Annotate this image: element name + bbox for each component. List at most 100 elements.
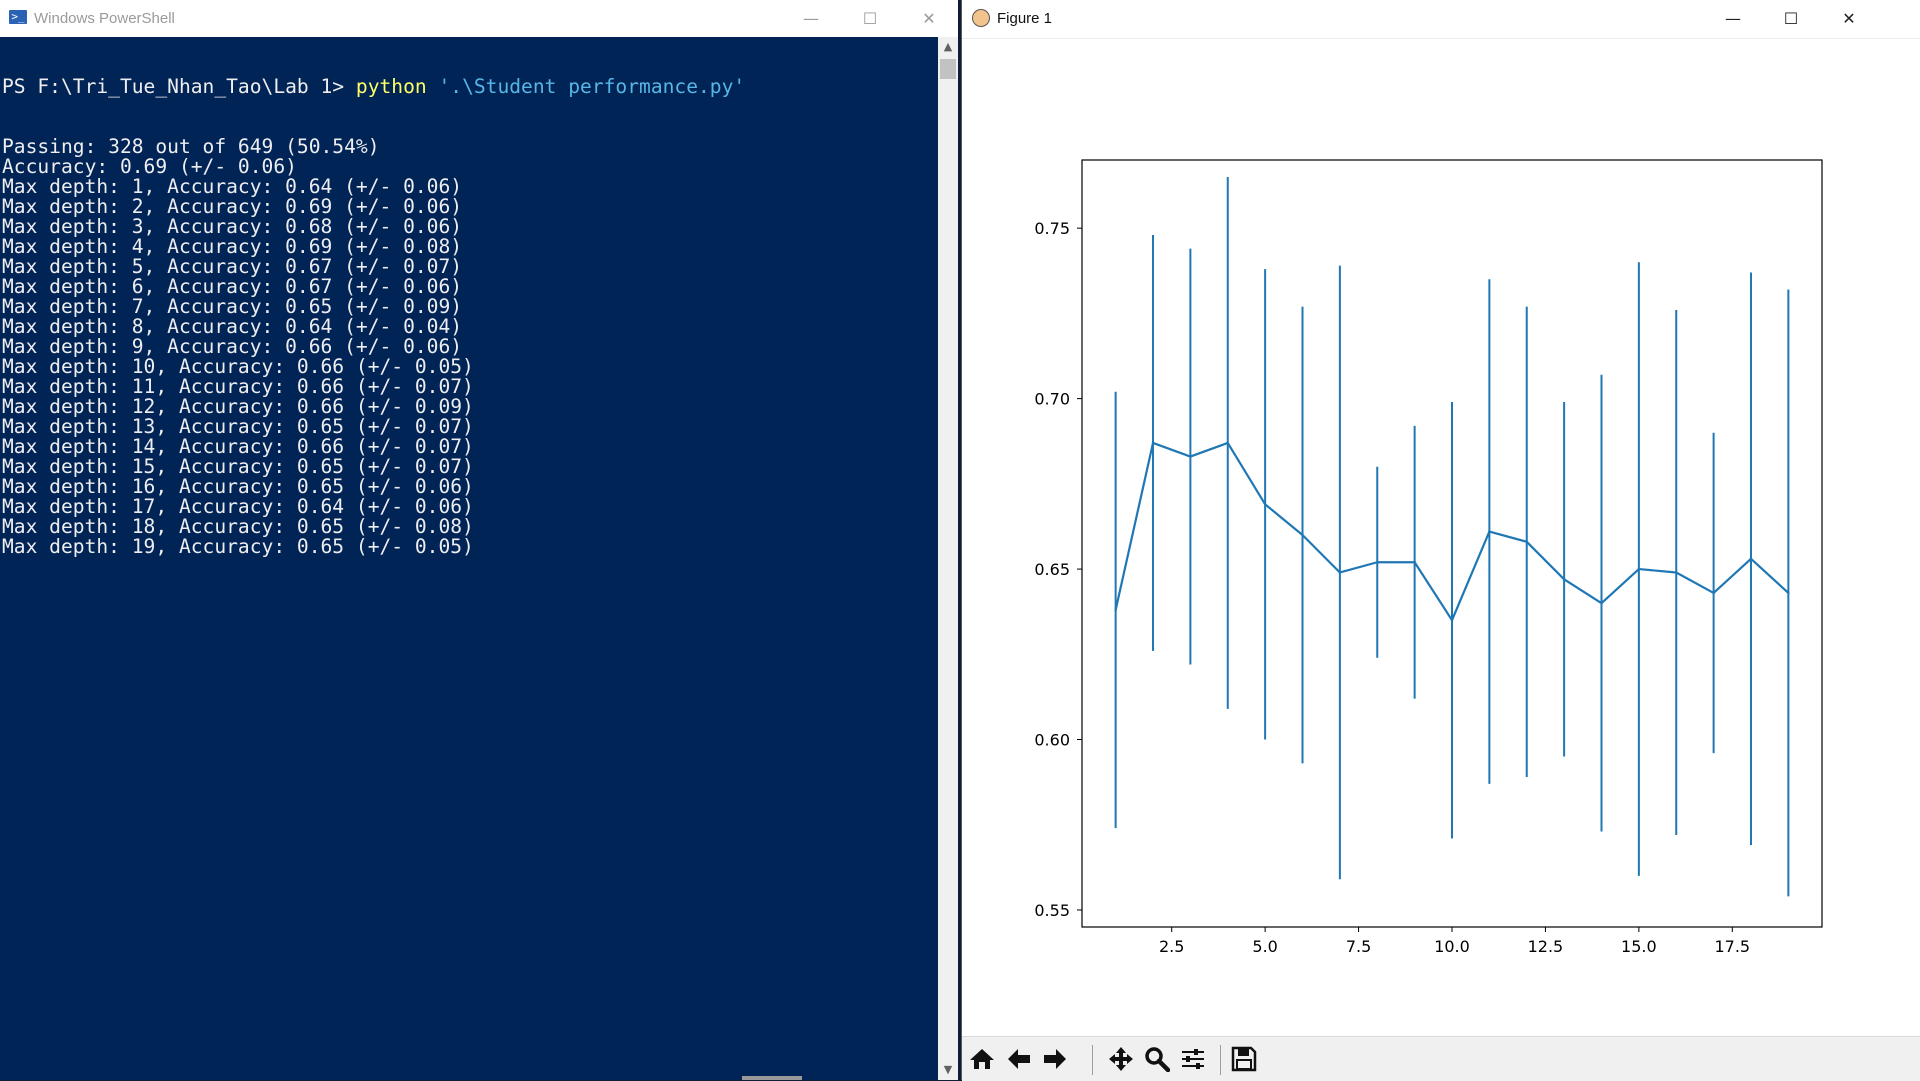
close-icon: ✕: [922, 9, 936, 28]
data-point: [1413, 561, 1416, 564]
scroll-up-icon[interactable]: ▲: [938, 37, 958, 57]
output-line: Max depth: 11, Accuracy: 0.66 (+/- 0.07): [2, 375, 474, 398]
x-tick-label: 10.0: [1434, 937, 1470, 956]
scroll-down-icon[interactable]: ▼: [938, 1060, 958, 1080]
powershell-icon: >_: [9, 10, 27, 24]
minimize-icon: —: [1725, 9, 1741, 28]
data-point: [1712, 591, 1715, 595]
data-point: [1525, 540, 1528, 543]
navigation-toolbar: [962, 1036, 1920, 1081]
output-line: Max depth: 14, Accuracy: 0.66 (+/- 0.07): [2, 435, 474, 458]
output-line: Accuracy: 0.69 (+/- 0.06): [2, 155, 297, 178]
data-point: [1749, 557, 1753, 561]
output-line: Passing: 328 out of 649 (50.54%): [2, 135, 380, 158]
y-tick-label: 0.65: [1034, 560, 1070, 579]
x-tick-label: 15.0: [1621, 937, 1657, 956]
output-line: Max depth: 6, Accuracy: 0.67 (+/- 0.06): [2, 275, 463, 298]
figure-window: Figure 1 — ☐ ✕ 2.5 5.0 7.5 10.0 12.5 15.0 17.5…: [961, 0, 1920, 1081]
toolbar-separator: [1092, 1045, 1093, 1075]
data-point: [1488, 530, 1491, 533]
powershell-window: >_ Windows PowerShell — ☐ ✕ PS F:\Tri_Tu…: [0, 0, 958, 1080]
save-icon: [1231, 1046, 1257, 1072]
data-point: [1151, 441, 1155, 445]
home-icon: [970, 1049, 994, 1069]
output-line: Max depth: 8, Accuracy: 0.64 (+/- 0.04): [2, 315, 463, 338]
data-point: [1338, 571, 1342, 574]
minimize-button[interactable]: —: [1704, 0, 1762, 37]
output-lines: Passing: 328 out of 649 (50.54%) Accuracy…: [2, 137, 938, 557]
output-line: Max depth: 18, Accuracy: 0.65 (+/- 0.08): [2, 515, 474, 538]
terminal-output-area[interactable]: PS F:\Tri_Tue_Nhan_Tao\Lab 1> python '.\…: [0, 37, 938, 1080]
window-title: Windows PowerShell: [34, 10, 175, 27]
maximize-button[interactable]: ☐: [841, 0, 899, 37]
back-button[interactable]: [1002, 1043, 1036, 1075]
scrollbar-thumb[interactable]: [940, 59, 956, 79]
minimize-icon: —: [803, 9, 819, 28]
output-line: Max depth: 5, Accuracy: 0.67 (+/- 0.07): [2, 255, 463, 278]
output-line: Max depth: 4, Accuracy: 0.69 (+/- 0.08): [2, 235, 463, 258]
output-line: Max depth: 9, Accuracy: 0.66 (+/- 0.06): [2, 335, 463, 358]
output-line: Max depth: 12, Accuracy: 0.66 (+/- 0.09): [2, 395, 474, 418]
zoom-button[interactable]: [1140, 1043, 1174, 1075]
move-icon: [1109, 1047, 1133, 1071]
save-button[interactable]: [1227, 1043, 1261, 1075]
data-point: [1675, 571, 1678, 574]
vertical-scrollbar[interactable]: ▲ ▼: [938, 37, 958, 1080]
y-tick-label: 0.70: [1034, 390, 1070, 409]
arrow-right-icon: [1044, 1049, 1066, 1069]
home-button[interactable]: [965, 1043, 999, 1075]
data-point: [1226, 441, 1229, 445]
data-point: [1376, 561, 1379, 564]
prompt-text: PS F:\Tri_Tue_Nhan_Tao\Lab 1>: [2, 75, 345, 98]
output-line: Max depth: 10, Accuracy: 0.66 (+/- 0.05): [2, 355, 474, 378]
x-tick-label: 5.0: [1252, 937, 1277, 956]
command-text: python: [355, 75, 427, 98]
output-line: Max depth: 3, Accuracy: 0.68 (+/- 0.06): [2, 215, 463, 238]
toolbar-separator: [1220, 1045, 1221, 1075]
figure-titlebar[interactable]: Figure 1 — ☐ ✕: [962, 0, 1920, 39]
y-tick-label: 0.55: [1034, 901, 1070, 920]
x-tick-label: 2.5: [1159, 937, 1184, 956]
terminal-output: PS F:\Tri_Tue_Nhan_Tao\Lab 1> python '.\…: [0, 37, 938, 597]
configure-subplots-button[interactable]: [1176, 1043, 1210, 1075]
data-point: [1637, 567, 1641, 571]
command-argument: '.\Student performance.py': [438, 75, 746, 98]
command-line: PS F:\Tri_Tue_Nhan_Tao\Lab 1> python '.\…: [2, 77, 938, 97]
output-line: Max depth: 15, Accuracy: 0.65 (+/- 0.07): [2, 455, 474, 478]
close-icon: ✕: [1842, 9, 1856, 28]
output-line: Max depth: 7, Accuracy: 0.65 (+/- 0.09): [2, 295, 463, 318]
output-line: Max depth: 1, Accuracy: 0.64 (+/- 0.06): [2, 175, 463, 198]
minimize-button[interactable]: —: [782, 0, 840, 37]
sliders-icon: [1182, 1049, 1204, 1069]
x-tick-label: 17.5: [1714, 937, 1750, 956]
close-button[interactable]: ✕: [1820, 0, 1878, 37]
data-point: [1450, 619, 1454, 622]
powershell-titlebar[interactable]: >_ Windows PowerShell — ☐ ✕: [0, 0, 958, 37]
close-button[interactable]: ✕: [900, 0, 958, 37]
resize-handle[interactable]: [742, 1076, 802, 1080]
output-line: Max depth: 19, Accuracy: 0.65 (+/- 0.05): [2, 535, 474, 558]
data-point: [1301, 533, 1304, 537]
data-point: [1600, 601, 1603, 605]
x-tick-label: 7.5: [1346, 937, 1371, 956]
x-tick-label: 12.5: [1528, 937, 1564, 956]
chart-canvas[interactable]: 2.5 5.0 7.5 10.0 12.5 15.0 17.5 0.55 0.60 0.65 0.7…: [962, 38, 1920, 1036]
forward-button[interactable]: [1038, 1043, 1072, 1075]
zoom-icon: [1145, 1047, 1170, 1072]
data-point: [1189, 455, 1192, 458]
output-line: Max depth: 17, Accuracy: 0.64 (+/- 0.06): [2, 495, 474, 518]
y-tick-label: 0.60: [1034, 731, 1070, 750]
data-point: [1114, 608, 1117, 612]
window-title: Figure 1: [997, 10, 1053, 27]
arrow-left-icon: [1008, 1049, 1030, 1069]
output-line: Max depth: 2, Accuracy: 0.69 (+/- 0.06): [2, 195, 463, 218]
output-line: Max depth: 16, Accuracy: 0.65 (+/- 0.06): [2, 475, 474, 498]
maximize-button[interactable]: ☐: [1762, 0, 1820, 37]
data-point: [1787, 591, 1790, 595]
matplotlib-icon: [972, 9, 990, 27]
data-point: [1263, 503, 1267, 506]
maximize-icon: ☐: [862, 9, 878, 28]
output-line: Max depth: 13, Accuracy: 0.65 (+/- 0.07): [2, 415, 474, 438]
pan-button[interactable]: [1104, 1043, 1138, 1075]
y-tick-label: 0.75: [1034, 219, 1070, 238]
